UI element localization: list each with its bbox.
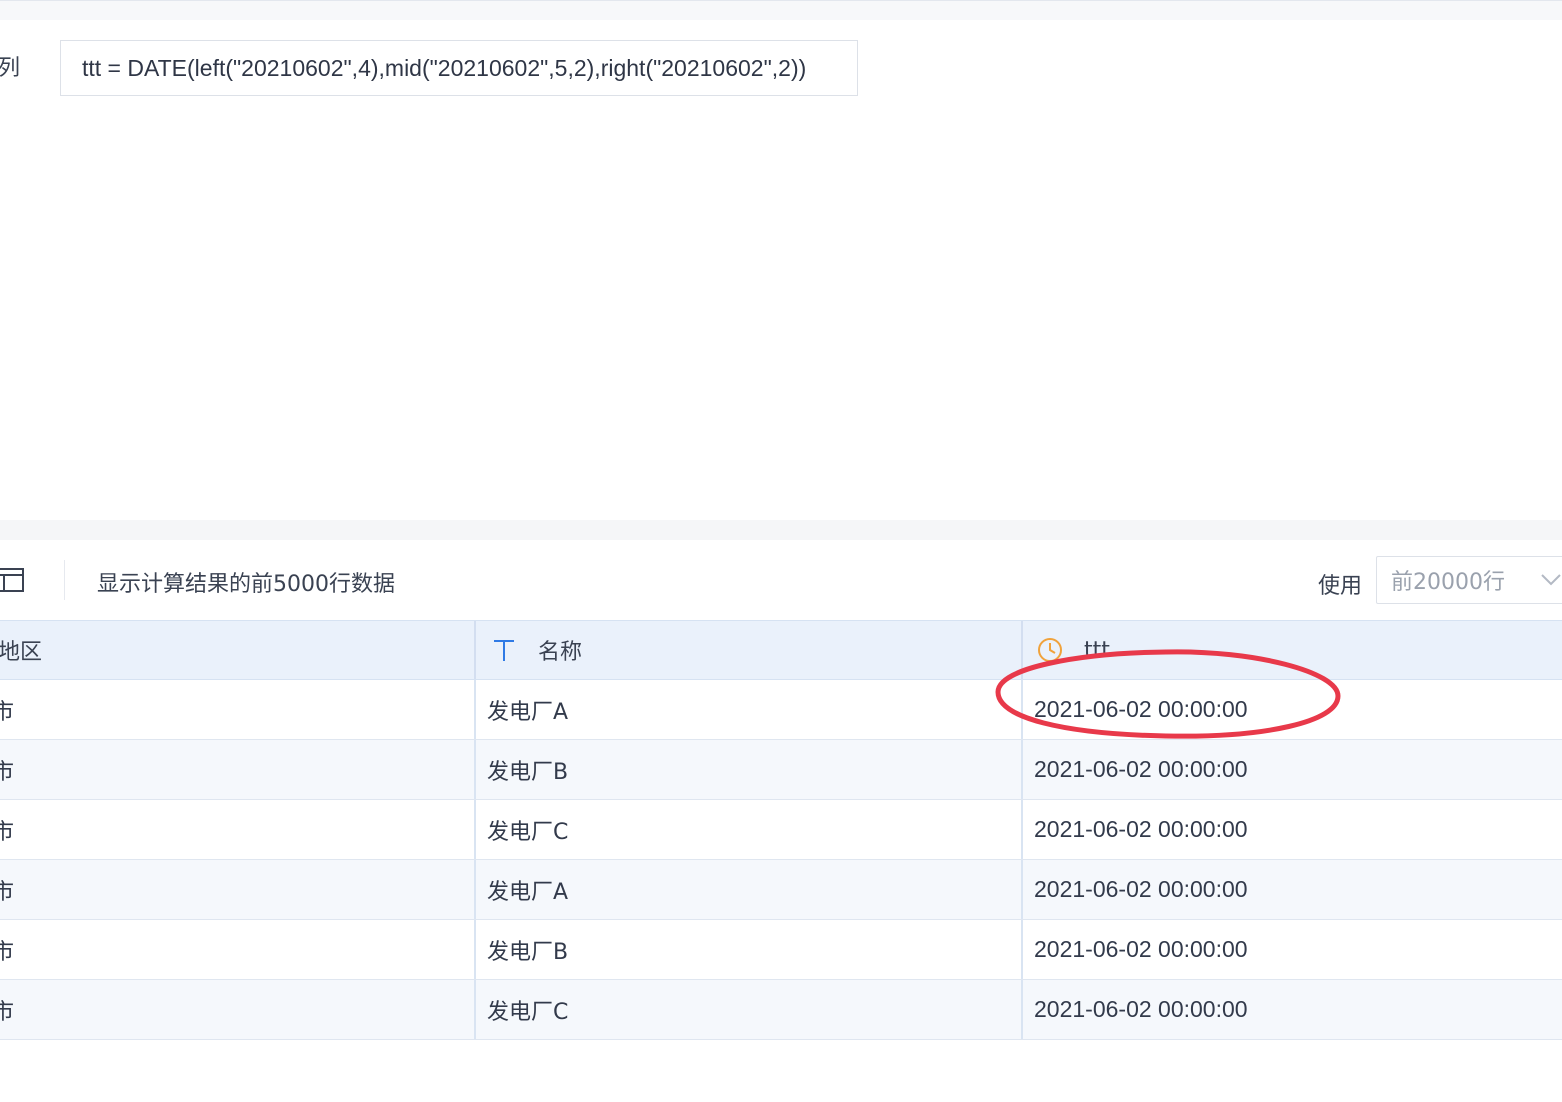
column-header-label: ttt [1084, 637, 1110, 663]
table-row[interactable]: 市 发电厂A 2021-06-02 00:00:00 [0, 680, 1562, 740]
table-header: 地区 名称 ttt [0, 620, 1562, 680]
column-header-label: 地区 [0, 640, 43, 665]
column-divider [474, 920, 476, 979]
cell-name: 发电厂A [487, 699, 569, 725]
cell-ttt: 2021-06-02 00:00:00 [1034, 996, 1248, 1022]
cell-name: 发电厂C [487, 999, 569, 1025]
toolbar-divider [64, 560, 65, 600]
formula-label: 列 [0, 56, 21, 81]
text-type-icon [494, 640, 514, 661]
column-divider [1021, 800, 1023, 859]
cell-ttt: 2021-06-02 00:00:00 [1034, 876, 1248, 902]
column-divider [1021, 621, 1023, 679]
preview-toolbar: 显示计算结果的前5000行数据 使用 前20000行 [0, 540, 1562, 620]
top-strip [0, 0, 1562, 20]
column-header-label: 名称 [538, 640, 583, 665]
table-row[interactable]: 市 发电厂A 2021-06-02 00:00:00 [0, 860, 1562, 920]
table-row[interactable]: 市 发电厂C 2021-06-02 00:00:00 [0, 800, 1562, 860]
formula-expression: ttt = DATE(left("20210602",4),mid("20210… [82, 54, 807, 81]
clock-icon [1038, 638, 1062, 662]
column-divider [1021, 860, 1023, 919]
formula-input[interactable]: ttt = DATE(left("20210602",4),mid("20210… [60, 40, 858, 96]
preview-table: 地区 名称 ttt 市 发电厂A 2021-06-02 00:00:00 市 发… [0, 620, 1562, 1040]
cell-name: 发电厂B [487, 939, 569, 965]
cell-region: 市 [0, 939, 15, 965]
table-view-icon[interactable] [0, 568, 24, 592]
formula-area: 列 ttt = DATE(left("20210602",4),mid("202… [0, 20, 1562, 520]
table-row[interactable]: 市 发电厂B 2021-06-02 00:00:00 [0, 740, 1562, 800]
column-header-ttt[interactable]: ttt [1024, 621, 1110, 679]
column-divider [474, 980, 476, 1039]
table-body: 市 发电厂A 2021-06-02 00:00:00 市 发电厂B 2021-0… [0, 680, 1562, 1040]
table-row[interactable]: 市 发电厂C 2021-06-02 00:00:00 [0, 980, 1562, 1040]
cell-region: 市 [0, 819, 15, 845]
column-header-region[interactable]: 地区 [0, 621, 42, 679]
column-divider [1021, 980, 1023, 1039]
cell-ttt: 2021-06-02 00:00:00 [1034, 756, 1248, 782]
cell-region: 市 [0, 699, 15, 725]
column-divider [1021, 680, 1023, 739]
cell-name: 发电厂B [487, 759, 569, 785]
rows-limit-select[interactable]: 前20000行 [1376, 556, 1562, 604]
column-header-name[interactable]: 名称 [476, 621, 582, 679]
cell-name: 发电厂C [487, 819, 569, 845]
column-divider [474, 680, 476, 739]
cell-name: 发电厂A [487, 879, 569, 905]
table-row[interactable]: 市 发电厂B 2021-06-02 00:00:00 [0, 920, 1562, 980]
column-divider [474, 740, 476, 799]
preview-info-text: 显示计算结果的前5000行数据 [97, 572, 395, 597]
column-divider [474, 800, 476, 859]
column-divider [1021, 740, 1023, 799]
cell-region: 市 [0, 999, 15, 1025]
cell-ttt: 2021-06-02 00:00:00 [1034, 696, 1248, 722]
column-divider [474, 860, 476, 919]
column-divider [1021, 920, 1023, 979]
page: 列 ttt = DATE(left("20210602",4),mid("202… [0, 0, 1562, 1102]
cell-ttt: 2021-06-02 00:00:00 [1034, 936, 1248, 962]
cell-ttt: 2021-06-02 00:00:00 [1034, 816, 1248, 842]
rows-limit-value: 前20000行 [1391, 570, 1505, 595]
section-gap [0, 520, 1562, 540]
use-label: 使用 [1318, 574, 1363, 599]
cell-region: 市 [0, 759, 15, 785]
cell-region: 市 [0, 879, 15, 905]
chevron-down-icon [1541, 574, 1561, 586]
